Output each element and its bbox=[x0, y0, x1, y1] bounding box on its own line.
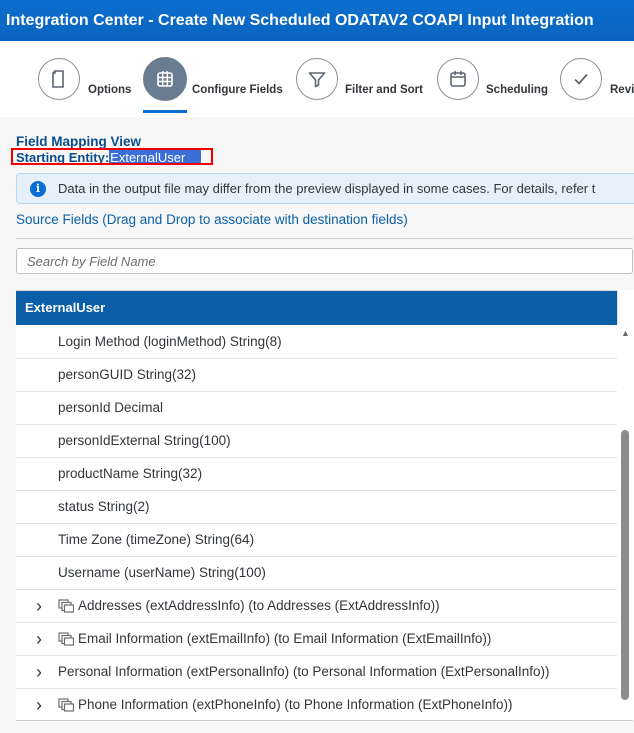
info-message-text: Data in the output file may differ from … bbox=[58, 181, 596, 196]
scrollbar-header-spacer bbox=[617, 290, 634, 324]
field-row[interactable]: productName String(32) bbox=[16, 458, 617, 491]
field-row[interactable]: Login Method (loginMethod) String(8) bbox=[16, 326, 617, 359]
navigation-label: Phone Information (extPhoneInfo) (to Pho… bbox=[78, 697, 513, 712]
field-row[interactable]: status String(2) bbox=[16, 491, 617, 524]
divider bbox=[16, 720, 633, 721]
field-row[interactable]: Time Zone (timeZone) String(64) bbox=[16, 524, 617, 557]
navigation-label: Email Information (extEmailInfo) (to Ema… bbox=[78, 631, 492, 646]
navigation-label: Addresses (extAddressInfo) (to Addresses… bbox=[78, 598, 440, 613]
divider bbox=[16, 238, 633, 239]
field-label: personId Decimal bbox=[58, 400, 164, 415]
source-fields-tree: ExternalUser Login Method (loginMethod) … bbox=[16, 290, 617, 721]
navigation-row[interactable]: › Phone Information (extPhoneInfo) (to Ph… bbox=[16, 689, 617, 721]
field-label: Login Method (loginMethod) String(8) bbox=[58, 334, 282, 349]
field-row[interactable]: personIdExternal String(100) bbox=[16, 425, 617, 458]
highlight-annotation-box bbox=[11, 148, 213, 165]
filter-icon bbox=[296, 58, 338, 100]
source-fields-heading: Source Fields (Drag and Drop to associat… bbox=[16, 212, 408, 227]
chevron-right-icon[interactable]: › bbox=[36, 623, 42, 655]
chevron-right-icon[interactable]: › bbox=[36, 656, 42, 688]
step-configure-fields-label: Configure Fields bbox=[192, 84, 283, 96]
field-row[interactable]: personGUID String(32) bbox=[16, 359, 617, 392]
wizard-steps: Options Configure Fields Filter and Sort… bbox=[0, 41, 634, 118]
tree-header[interactable]: ExternalUser bbox=[16, 291, 617, 325]
active-step-indicator bbox=[143, 110, 187, 113]
navigation-row[interactable]: › Personal Information (extPersonalInfo) … bbox=[16, 656, 617, 689]
calendar-icon bbox=[437, 58, 479, 100]
info-icon: i bbox=[30, 181, 46, 197]
scroll-up-arrow-icon[interactable]: ▲ bbox=[621, 328, 630, 338]
field-label: status String(2) bbox=[58, 499, 150, 514]
field-row[interactable]: Username (userName) String(100) bbox=[16, 557, 617, 590]
multiple-items-icon bbox=[58, 599, 74, 613]
multiple-items-icon bbox=[58, 632, 74, 646]
field-label: personGUID String(32) bbox=[58, 367, 197, 382]
chevron-right-icon[interactable]: › bbox=[36, 689, 42, 721]
tree-scrollbar[interactable]: ▲ bbox=[617, 290, 634, 720]
info-message-strip: i Data in the output file may differ fro… bbox=[16, 173, 634, 204]
search-field[interactable] bbox=[16, 248, 633, 274]
navigation-row[interactable]: › Email Information (extEmailInfo) (to Em… bbox=[16, 623, 617, 656]
field-label: Time Zone (timeZone) String(64) bbox=[58, 532, 255, 547]
step-options-label: Options bbox=[88, 84, 132, 96]
field-row[interactable]: personId Decimal bbox=[16, 392, 617, 425]
field-label: Username (userName) String(100) bbox=[58, 565, 266, 580]
field-label: productName String(32) bbox=[58, 466, 203, 481]
navigation-label: Personal Information (extPersonalInfo) (… bbox=[58, 664, 550, 679]
window-title: Integration Center - Create New Schedule… bbox=[0, 0, 634, 41]
step-review-label: Revi bbox=[610, 84, 634, 96]
step-filter-and-sort-label: Filter and Sort bbox=[345, 84, 423, 96]
field-label: personIdExternal String(100) bbox=[58, 433, 231, 448]
chevron-right-icon[interactable]: › bbox=[36, 590, 42, 622]
multiple-items-icon bbox=[58, 698, 74, 712]
checkmark-icon bbox=[560, 58, 602, 100]
navigation-row[interactable]: › Addresses (extAddressInfo) (to Addresse… bbox=[16, 590, 617, 623]
configure-fields-panel: Field Mapping View Starting Entity:Exter… bbox=[0, 117, 634, 733]
grid-icon bbox=[143, 57, 187, 101]
field-mapping-title: Field Mapping View bbox=[16, 134, 142, 149]
scrollbar-thumb[interactable] bbox=[621, 430, 629, 700]
document-icon bbox=[38, 58, 80, 100]
step-scheduling-label: Scheduling bbox=[486, 84, 548, 96]
search-input[interactable] bbox=[17, 249, 632, 273]
